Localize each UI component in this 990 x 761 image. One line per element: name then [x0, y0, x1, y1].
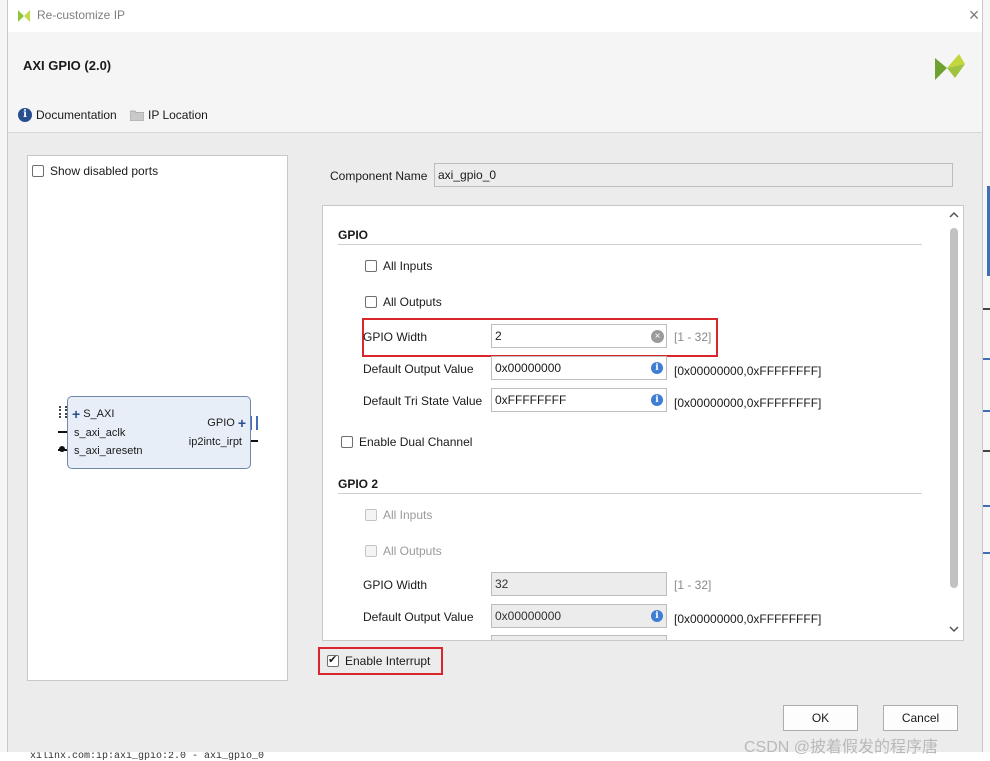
gpio-bus-stub [250, 416, 258, 430]
gpio2-all-inputs-label: All Inputs [383, 508, 433, 522]
gpio-width-range: [1 - 32] [674, 330, 712, 344]
gpio2-default-output-value: 0x00000000 [495, 609, 562, 623]
background-app-left-edge [0, 0, 8, 761]
port-gpio[interactable]: GPIO + [207, 415, 246, 431]
enable-interrupt-box[interactable] [327, 653, 339, 667]
documentation-label: Documentation [36, 108, 117, 122]
vertical-scrollbar[interactable] [947, 208, 961, 636]
gpio2-all-outputs-box [365, 545, 377, 557]
folder-icon [130, 110, 144, 121]
component-name-label: Component Name [330, 169, 428, 183]
enable-interrupt-label: Enable Interrupt [345, 654, 431, 668]
close-icon[interactable]: × [964, 6, 984, 26]
gpio2-width-field: 32 [491, 572, 667, 596]
gpio2-width-range: [1 - 32] [674, 578, 712, 592]
gpio2-all-outputs-label: All Outputs [383, 544, 442, 558]
gpio-section-divider [338, 244, 922, 245]
window-title: Re-customize IP [37, 8, 126, 22]
symbol-panel: Show disabled ports + S_AXI s_axi_aclk s… [27, 155, 288, 681]
enable-dual-channel-box[interactable] [341, 436, 353, 448]
ip2intc-irpt-wire [250, 440, 258, 442]
gpio2-section-divider [338, 493, 922, 494]
default-output-range: [0x00000000,0xFFFFFFFF] [674, 364, 822, 378]
xilinx-logo-icon [18, 10, 30, 22]
port-s-axi[interactable]: + S_AXI [72, 406, 114, 422]
ip-location-link[interactable]: IP Location [130, 108, 208, 122]
gpio-all-inputs-checkbox[interactable]: All Inputs [365, 259, 432, 273]
gpio2-all-inputs-checkbox: All Inputs [365, 508, 432, 522]
gpio-width-field[interactable]: 2 [491, 324, 667, 348]
default-tri-state-label: Default Tri State Value [363, 394, 483, 408]
default-output-value: 0x00000000 [495, 361, 562, 375]
default-tri-state-field[interactable]: 0xFFFFFFFF [491, 388, 667, 412]
gpio-section-title: GPIO [338, 228, 369, 242]
gpio-all-outputs-box[interactable] [365, 296, 377, 308]
info-icon: i [18, 108, 32, 122]
background-console-text: xilinx.com:ip:axi_gpio:2.0 - axi_gpio_0 [30, 752, 265, 761]
port-label: GPIO [207, 417, 235, 429]
info-icon[interactable]: i [651, 362, 663, 374]
ip-name-title: AXI GPIO (2.0) [23, 58, 112, 73]
gpio2-default-output-label: Default Output Value [363, 610, 474, 624]
ip-location-label: IP Location [148, 108, 208, 122]
gpio-width-label: GPIO Width [363, 330, 428, 344]
gpio2-all-outputs-checkbox: All Outputs [365, 544, 442, 558]
xilinx-brand-logo-icon [935, 54, 965, 80]
gpio2-next-field-partial [491, 635, 667, 640]
gpio-width-value: 2 [495, 329, 502, 343]
scroll-down-arrow-icon[interactable] [948, 624, 960, 634]
port-label: S_AXI [83, 408, 115, 420]
configuration-scroll-panel[interactable]: GPIO All Inputs All Outputs GPIO Width 2… [322, 205, 964, 641]
show-disabled-ports-label: Show disabled ports [50, 164, 159, 178]
gpio2-width-value: 32 [495, 577, 509, 591]
gpio2-default-output-field: 0x00000000 [491, 604, 667, 628]
ok-button[interactable]: OK [783, 705, 858, 731]
expand-plus-icon[interactable]: + [72, 406, 80, 422]
s-axi-bus-stub [59, 406, 67, 418]
axi-gpio-block[interactable]: + S_AXI s_axi_aclk s_axi_aresetn GPIO + … [67, 396, 251, 469]
scrollbar-thumb[interactable] [950, 228, 958, 588]
scroll-up-arrow-icon[interactable] [948, 210, 960, 220]
gpio2-default-output-range: [0x00000000,0xFFFFFFFF] [674, 612, 822, 626]
gpio-all-inputs-box[interactable] [365, 260, 377, 272]
show-disabled-ports-box[interactable] [32, 165, 44, 177]
background-app-right-edge [982, 0, 990, 761]
default-tri-state-value: 0xFFFFFFFF [495, 393, 567, 407]
port-s-axi-aclk: s_axi_aclk [74, 427, 126, 439]
expand-plus-icon[interactable]: + [238, 415, 246, 431]
show-disabled-ports-checkbox[interactable]: Show disabled ports [32, 164, 158, 178]
enable-dual-channel-checkbox[interactable]: Enable Dual Channel [341, 435, 472, 449]
enable-dual-channel-label: Enable Dual Channel [359, 435, 473, 449]
port-s-axi-aresetn: s_axi_aresetn [74, 445, 143, 457]
default-tri-state-range: [0x00000000,0xFFFFFFFF] [674, 396, 822, 410]
title-bar[interactable]: Re-customize IP × [8, 0, 982, 32]
gpio-all-inputs-label: All Inputs [383, 259, 433, 273]
dialog-header: AXI GPIO (2.0) i Documentation IP Locati… [8, 32, 982, 133]
gpio2-width-label: GPIO Width [363, 578, 428, 592]
gpio2-section-title: GPIO 2 [338, 477, 379, 491]
enable-interrupt-checkbox[interactable]: Enable Interrupt [327, 653, 431, 668]
port-ip2intc-irpt: ip2intc_irpt [188, 436, 242, 448]
info-icon[interactable]: i [651, 394, 663, 406]
reset-bubble-icon [59, 446, 65, 452]
info-icon[interactable]: i [651, 610, 663, 622]
default-output-field[interactable]: 0x00000000 [491, 356, 667, 380]
default-output-label: Default Output Value [363, 362, 474, 376]
watermark: CSDN @披着假发的程序唐 [744, 739, 939, 756]
gpio-all-outputs-checkbox[interactable]: All Outputs [365, 295, 442, 309]
documentation-link[interactable]: i Documentation [18, 108, 117, 122]
cancel-button[interactable]: Cancel [883, 705, 958, 731]
component-name-field[interactable]: axi_gpio_0 [434, 163, 953, 187]
gpio2-all-inputs-box [365, 509, 377, 521]
gpio-all-outputs-label: All Outputs [383, 295, 442, 309]
clear-icon[interactable]: × [651, 330, 664, 343]
